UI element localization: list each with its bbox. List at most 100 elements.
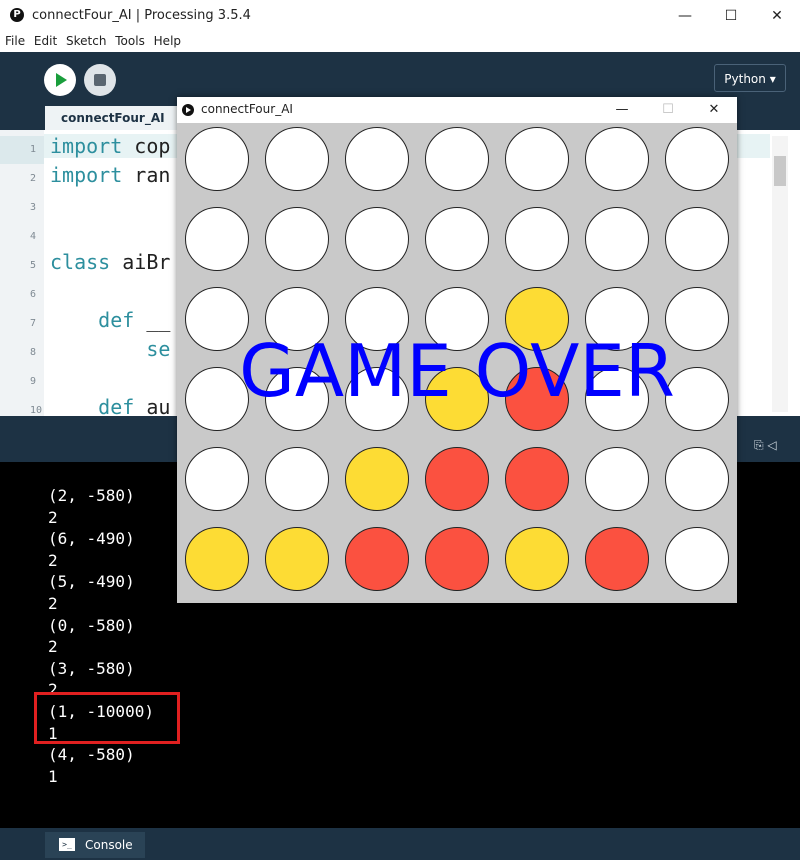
processing-app-icon: P (10, 8, 24, 22)
board-slot-empty[interactable] (265, 127, 329, 191)
code-keyword: import (50, 134, 123, 158)
board-slot-empty[interactable] (665, 207, 729, 271)
board-slot-empty[interactable] (265, 447, 329, 511)
board-slot-empty[interactable] (505, 127, 569, 191)
code-line: class aiBr (50, 250, 170, 274)
code-keyword: def (50, 308, 135, 332)
board-slot-empty[interactable] (585, 127, 649, 191)
board-slot-empty[interactable] (185, 207, 249, 271)
board-slot-empty[interactable] (425, 127, 489, 191)
line-number: 1 (30, 144, 37, 155)
menu-sketch[interactable]: Sketch (61, 32, 106, 48)
board-slot-empty[interactable] (665, 447, 729, 511)
mode-selector[interactable]: Python ▾ (714, 64, 786, 92)
console-icon: >_ (59, 838, 75, 851)
console-line: (6, -490) (48, 529, 135, 548)
menu-help[interactable]: Help (149, 32, 181, 48)
code-line: se (50, 337, 170, 361)
line-number: 7 (30, 318, 37, 329)
line-number: 5 (30, 260, 37, 271)
code-keyword: import (50, 163, 123, 187)
board-slot-empty[interactable] (665, 527, 729, 591)
code-text: au (134, 395, 171, 416)
line-number: 10 (30, 405, 43, 416)
console-scrollbar[interactable] (785, 462, 800, 828)
board-slot-empty[interactable] (505, 207, 569, 271)
code-line: import ran (50, 163, 170, 187)
board-slot-red[interactable] (345, 527, 409, 591)
current-line-gutter-highlight (0, 136, 44, 164)
board-slot-yellow[interactable] (185, 527, 249, 591)
board-slot-red[interactable] (425, 527, 489, 591)
line-number: 4 (30, 231, 37, 242)
console-line: (2, -580) (48, 486, 135, 505)
stop-button[interactable] (84, 64, 116, 96)
console-tool-icons[interactable]: ⎘ ◁ (754, 438, 777, 453)
board-slot-empty[interactable] (345, 127, 409, 191)
board-slot-empty[interactable] (265, 207, 329, 271)
line-number: 6 (30, 289, 37, 300)
editor-scrollbar-thumb[interactable] (774, 156, 786, 186)
sketch-window[interactable]: connectFour_AI — ☐ ✕ GAME OVER (177, 97, 737, 603)
red-highlight-box (34, 692, 180, 744)
sketch-title: connectFour_AI (201, 102, 293, 116)
code-text: se (50, 337, 171, 361)
board-slot-empty[interactable] (665, 127, 729, 191)
board-slot-red[interactable] (505, 447, 569, 511)
close-button[interactable]: ✕ (754, 0, 800, 32)
code-text: aiBr (110, 250, 171, 274)
code-text: cop (122, 134, 171, 158)
game-over-text: GAME OVER (239, 329, 675, 413)
menu-edit[interactable]: Edit (29, 32, 57, 48)
line-number: 8 (30, 347, 37, 358)
board-slot-empty[interactable] (185, 127, 249, 191)
console-line: 2 (48, 637, 58, 656)
console-tab-label: Console (85, 838, 133, 852)
code-keyword: def (50, 395, 135, 416)
board-slot-empty[interactable] (425, 207, 489, 271)
board-slot-empty[interactable] (585, 447, 649, 511)
bottom-bar: >_ Console (0, 828, 800, 860)
line-number: 3 (30, 202, 37, 213)
window-title-bar: P connectFour_AI | Processing 3.5.4 — ☐ … (0, 0, 800, 33)
menu-bar: File Edit Sketch Tools Help (0, 32, 800, 52)
menu-tools[interactable]: Tools (110, 32, 145, 48)
board-slot-yellow[interactable] (265, 527, 329, 591)
console-line: 2 (48, 594, 58, 613)
board-slot-yellow[interactable] (505, 527, 569, 591)
line-number: 2 (30, 173, 37, 184)
code-line: def __ (50, 308, 170, 332)
maximize-button[interactable]: ☐ (708, 0, 754, 32)
console-line: 1 (48, 767, 58, 786)
console-tab[interactable]: >_ Console (45, 832, 145, 858)
sketch-close-button[interactable]: ✕ (691, 97, 737, 123)
console-line: (4, -580) (48, 745, 135, 764)
board-slot-red[interactable] (585, 527, 649, 591)
board-slot-empty[interactable] (345, 207, 409, 271)
sketch-title-bar: connectFour_AI — ☐ ✕ (177, 97, 737, 123)
board-slot-empty[interactable] (185, 447, 249, 511)
console-line: 2 (48, 551, 58, 570)
board-slot-red[interactable] (425, 447, 489, 511)
line-number-gutter: 1 2 3 4 5 6 7 8 9 10 (0, 130, 44, 416)
tab-connectfour-ai[interactable]: connectFour_AI (45, 106, 177, 130)
code-line: def au (50, 395, 170, 416)
code-keyword: class (50, 250, 111, 274)
menu-file[interactable]: File (0, 32, 25, 48)
minimize-button[interactable]: — (662, 0, 708, 32)
editor-scrollbar[interactable] (772, 136, 788, 412)
sketch-play-icon (182, 104, 194, 116)
sketch-minimize-button[interactable]: — (599, 97, 645, 123)
console-line: (3, -580) (48, 659, 135, 678)
console-line: (0, -580) (48, 616, 135, 635)
code-text: ran (122, 163, 171, 187)
code-text: __ (134, 308, 171, 332)
board-slot-empty[interactable] (585, 207, 649, 271)
run-button[interactable] (44, 64, 76, 96)
window-title: connectFour_AI | Processing 3.5.4 (32, 8, 251, 23)
line-number: 9 (30, 376, 37, 387)
board-slot-yellow[interactable] (345, 447, 409, 511)
console-line: (5, -490) (48, 572, 135, 591)
sketch-maximize-button[interactable]: ☐ (645, 97, 691, 123)
console-line: 2 (48, 508, 58, 527)
